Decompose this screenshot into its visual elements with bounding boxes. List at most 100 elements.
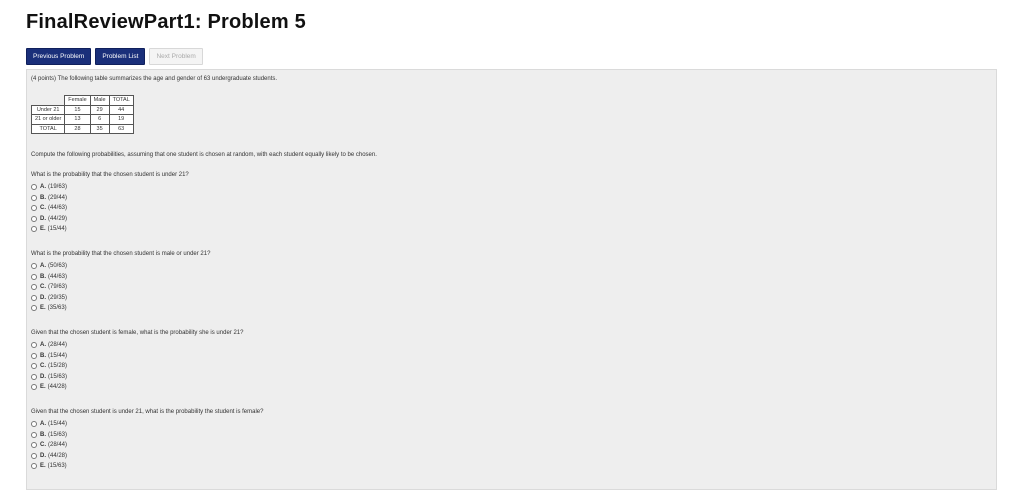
table-cell: 29 [89,104,110,115]
option-value: (15/63) [48,373,68,380]
answer-option[interactable]: B. (29/44) [31,193,189,204]
answer-option[interactable]: B. (15/44) [31,351,243,362]
table-header-cell: Female [64,95,91,106]
radio-button[interactable] [31,352,37,359]
option-value: (50/63) [48,263,68,270]
option-letter: A. [40,342,46,349]
radio-button[interactable] [31,273,37,280]
option-value: (44/28) [48,452,68,459]
option-value: (29/44) [48,194,68,201]
radio-button[interactable] [31,284,37,291]
option-value: (28/44) [48,342,68,349]
answer-option[interactable]: A. (50/63) [31,261,210,272]
option-letter: B. [40,273,46,280]
radio-button[interactable] [31,363,37,370]
answer-option[interactable]: A. (19/63) [31,182,189,193]
problem-intro: (4 points) The following table summarize… [31,76,278,82]
answer-option[interactable]: B. (15/63) [31,430,263,441]
table-cell: 28 [64,123,91,134]
question-1: What is the probability that the chosen … [31,171,189,235]
option-letter: C. [40,284,46,291]
radio-button[interactable] [31,194,37,201]
answer-option[interactable]: E. (15/44) [31,224,189,235]
option-letter: E. [40,305,46,312]
radio-button[interactable] [31,294,37,301]
table-cell: 63 [108,123,134,134]
radio-button[interactable] [31,431,37,438]
answer-option[interactable]: C. (79/63) [31,282,210,293]
option-value: (15/44) [47,226,67,233]
radio-button[interactable] [31,373,37,380]
option-letter: E. [40,226,46,233]
option-value: (15/44) [48,421,68,428]
option-letter: A. [40,184,46,191]
answer-option[interactable]: C. (28/44) [31,440,263,451]
answer-option[interactable]: A. (15/44) [31,419,263,430]
answer-option[interactable]: D. (44/29) [31,214,189,225]
radio-button[interactable] [31,305,37,312]
answer-option[interactable]: E. (35/63) [31,303,210,314]
answer-option[interactable]: D. (15/63) [31,372,243,383]
radio-button[interactable] [31,452,37,459]
table-cell: 35 [89,123,110,134]
question-text: Given that the chosen student is female,… [31,330,244,336]
table-cell: 13 [64,114,91,125]
radio-button[interactable] [31,342,37,349]
question-text: What is the probability that the chosen … [31,251,211,257]
option-value: (15/63) [47,463,67,470]
option-letter: C. [40,363,46,370]
answer-option[interactable]: C. (44/63) [31,203,189,214]
radio-button[interactable] [31,215,37,222]
previous-problem-button[interactable]: Previous Problem [26,48,92,65]
radio-button[interactable] [31,463,37,470]
page-title: FinalReviewPart1: Problem 5 [26,11,306,33]
compute-instructions: Compute the following probabilities, ass… [31,152,377,158]
table-row: TOTAL 28 35 63 [30,123,134,134]
answer-option[interactable]: C. (15/28) [31,361,243,372]
table-cell: 21 or older [30,114,66,125]
summary-table: Female Male TOTAL Under 21 15 29 44 21 o… [30,95,134,134]
radio-button[interactable] [31,184,37,191]
option-letter: A. [40,421,46,428]
radio-button[interactable] [31,226,37,233]
page: FinalReviewPart1: Problem 5 Previous Pro… [0,0,1024,504]
option-value: (79/63) [48,284,68,291]
answer-option[interactable]: E. (44/28) [31,382,243,393]
radio-button[interactable] [31,421,37,428]
answer-option[interactable]: A. (28/44) [31,340,243,351]
answer-option[interactable]: B. (44/63) [31,272,210,283]
option-letter: B. [40,431,46,438]
table-header-cell: Male [89,95,110,106]
question-text: What is the probability that the chosen … [31,172,189,178]
radio-button[interactable] [31,263,37,270]
answer-option[interactable]: D. (44/28) [31,451,263,462]
option-letter: D. [40,215,46,222]
radio-button[interactable] [31,442,37,449]
option-letter: B. [40,194,46,201]
option-value: (44/29) [48,215,68,222]
table-header-cell: TOTAL [108,95,134,106]
problem-list-button[interactable]: Problem List [95,48,146,65]
option-value: (15/28) [48,363,68,370]
problem-nav: Previous Problem Problem List Next Probl… [26,48,203,65]
question-2: What is the probability that the chosen … [31,250,210,314]
option-letter: C. [40,442,46,449]
table-cell: 15 [64,104,91,115]
table-row: Under 21 15 29 44 [30,104,134,115]
option-letter: E. [40,463,46,470]
radio-button[interactable] [31,384,37,391]
answer-option[interactable]: D. (29/35) [31,293,210,304]
option-letter: D. [40,373,46,380]
table-cell: TOTAL [30,123,66,134]
option-letter: D. [40,294,46,301]
table-cell: 6 [89,114,110,125]
option-letter: B. [40,352,46,359]
table-cell: Under 21 [30,104,66,115]
radio-button[interactable] [31,205,37,212]
next-problem-button[interactable]: Next Problem [149,48,203,65]
table-header-row: Female Male TOTAL [32,95,134,106]
option-value: (44/63) [48,205,68,212]
option-value: (29/35) [48,294,68,301]
question-text: Given that the chosen student is under 2… [31,409,264,415]
answer-option[interactable]: E. (15/63) [31,461,263,472]
